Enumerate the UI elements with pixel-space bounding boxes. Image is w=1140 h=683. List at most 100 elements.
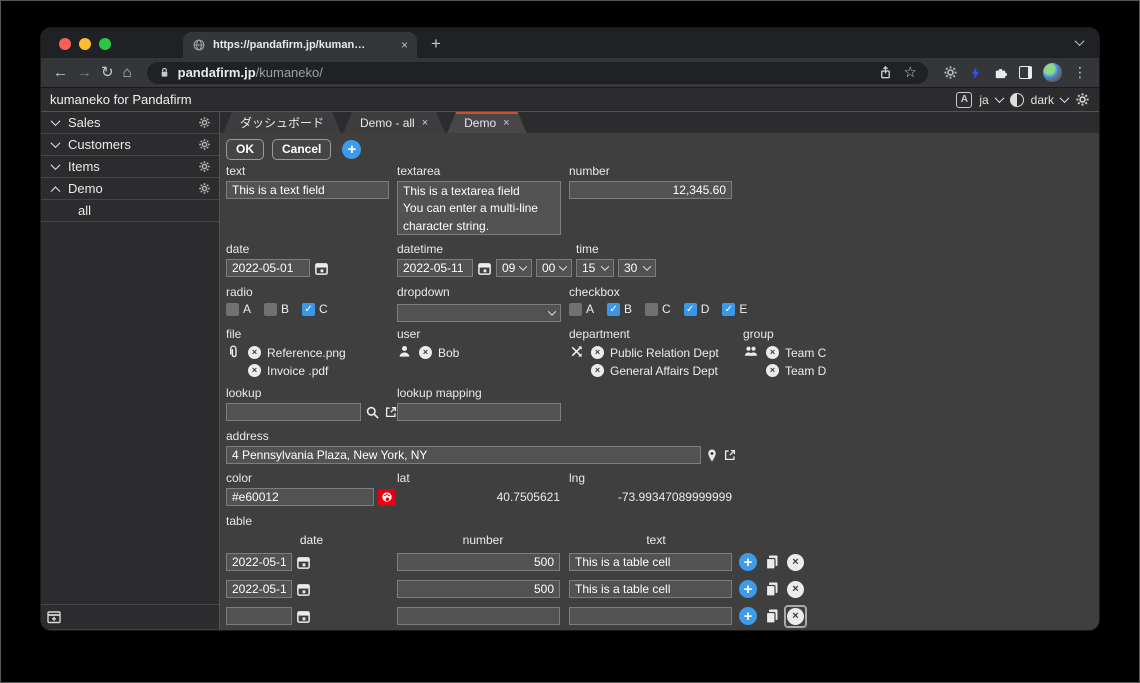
radio-option-b[interactable]: B (264, 302, 289, 316)
time-hour-select[interactable]: 15 (576, 259, 614, 277)
row-date-input[interactable] (226, 607, 292, 625)
dropdown-select[interactable] (397, 304, 561, 322)
checkbox-option-e[interactable]: ✓E (722, 302, 747, 316)
theme-value[interactable]: dark (1031, 93, 1054, 107)
cancel-button[interactable]: Cancel (272, 139, 331, 160)
sidebar-item-customers[interactable]: Customers (41, 134, 219, 156)
translate-icon[interactable]: A (956, 92, 972, 108)
sidebar-item-demo-all[interactable]: all (41, 200, 219, 222)
lookup-mapping-input[interactable] (397, 403, 561, 421)
remove-icon[interactable]: × (766, 346, 779, 359)
calendar-icon[interactable] (314, 261, 329, 276)
remove-icon[interactable]: × (591, 346, 604, 359)
row-number-input[interactable] (397, 553, 560, 571)
sidebar-item-items[interactable]: Items (41, 156, 219, 178)
row-number-input[interactable] (397, 607, 560, 625)
row-date-input[interactable] (226, 580, 292, 598)
external-link-icon[interactable] (723, 448, 737, 462)
row-date-input[interactable] (226, 553, 292, 571)
color-picker-button[interactable] (378, 489, 395, 506)
group-icon[interactable] (743, 344, 759, 359)
delete-row-icon[interactable]: × (787, 608, 804, 625)
close-icon[interactable]: × (503, 117, 509, 129)
sidebar-item-demo[interactable]: Demo (41, 178, 219, 200)
remove-icon[interactable]: × (248, 364, 261, 377)
radio-option-a[interactable]: A (226, 302, 251, 316)
checkbox-option-c[interactable]: C (645, 302, 671, 316)
calendar-icon[interactable] (477, 261, 492, 276)
close-icon[interactable]: × (422, 117, 428, 129)
side-panel-icon[interactable] (1019, 66, 1032, 79)
department-icon[interactable] (569, 344, 584, 359)
add-row-button[interactable]: + (739, 607, 757, 625)
new-tab-button[interactable]: + (431, 34, 441, 54)
address-input[interactable] (226, 446, 701, 464)
external-link-icon[interactable] (384, 405, 398, 419)
person-icon[interactable] (397, 344, 412, 359)
extension-gear-icon[interactable] (943, 65, 958, 80)
row-number-input[interactable] (397, 580, 560, 598)
browser-menu-icon[interactable]: ⋮ (1073, 64, 1087, 81)
tab-close-icon[interactable]: × (401, 38, 408, 52)
forward-icon[interactable]: → (77, 65, 92, 80)
browser-tab[interactable]: https://pandafirm.jp/kumaneko × (183, 32, 417, 58)
datetime-date-input[interactable] (397, 259, 473, 277)
row-text-input[interactable] (569, 553, 732, 571)
chevron-down-icon[interactable] (51, 160, 61, 170)
row-text-input[interactable] (569, 580, 732, 598)
back-icon[interactable]: ← (53, 65, 68, 80)
close-window-button[interactable] (59, 38, 71, 50)
tab-demo[interactable]: Demo × (447, 112, 526, 133)
bolt-extension-icon[interactable] (969, 66, 982, 80)
checkbox-option-b[interactable]: ✓B (607, 302, 632, 316)
language-value[interactable]: ja (979, 93, 988, 107)
checkbox-option-d[interactable]: ✓D (684, 302, 710, 316)
extensions-puzzle-icon[interactable] (993, 65, 1008, 80)
gear-icon[interactable] (198, 138, 211, 151)
datetime-minute-select[interactable]: 00 (536, 259, 572, 277)
duplicate-row-icon[interactable] (764, 554, 780, 570)
time-minute-select[interactable]: 30 (618, 259, 656, 277)
home-icon[interactable]: ⌂ (123, 65, 132, 80)
gear-icon[interactable] (198, 116, 211, 129)
tab-list-chevron-icon[interactable] (1075, 36, 1085, 46)
textarea-input[interactable]: This is a textarea field You can enter a… (397, 181, 561, 235)
datetime-hour-select[interactable]: 09 (496, 259, 532, 277)
add-row-button[interactable]: + (739, 553, 757, 571)
theme-chevron-icon[interactable] (1060, 93, 1070, 103)
share-icon[interactable] (878, 65, 893, 80)
add-record-button[interactable]: + (342, 140, 361, 159)
chevron-down-icon[interactable] (51, 138, 61, 148)
calendar-icon[interactable] (296, 555, 311, 570)
calendar-icon[interactable] (296, 609, 311, 624)
add-app-icon[interactable] (46, 609, 62, 625)
calendar-icon[interactable] (296, 582, 311, 597)
language-chevron-icon[interactable] (994, 93, 1004, 103)
ok-button[interactable]: OK (226, 139, 264, 160)
color-input[interactable] (226, 488, 374, 506)
delete-row-icon[interactable]: × (787, 581, 804, 598)
sidebar-item-sales[interactable]: Sales (41, 112, 219, 134)
bookmark-star-icon[interactable]: ☆ (904, 65, 917, 80)
search-icon[interactable] (365, 405, 380, 420)
chevron-up-icon[interactable] (51, 186, 61, 196)
remove-icon[interactable]: × (591, 364, 604, 377)
map-pin-icon[interactable] (705, 448, 719, 463)
paperclip-icon[interactable] (226, 344, 241, 360)
add-row-button[interactable]: + (739, 580, 757, 598)
lookup-input[interactable] (226, 403, 361, 421)
chevron-down-icon[interactable] (51, 116, 61, 126)
row-text-input[interactable] (569, 607, 732, 625)
address-bar[interactable]: pandafirm.jp/kumaneko/ ☆ (147, 62, 928, 84)
duplicate-row-icon[interactable] (764, 581, 780, 597)
duplicate-row-icon[interactable] (764, 608, 780, 624)
zoom-window-button[interactable] (99, 38, 111, 50)
radio-option-c[interactable]: ✓C (302, 302, 328, 316)
tab-dashboard[interactable]: ダッシュボード (223, 112, 341, 133)
delete-row-icon[interactable]: × (787, 554, 804, 571)
gear-icon[interactable] (198, 182, 211, 195)
remove-icon[interactable]: × (248, 346, 261, 359)
reload-icon[interactable]: ↻ (101, 65, 114, 80)
remove-icon[interactable]: × (419, 346, 432, 359)
tab-demo-all[interactable]: Demo - all × (343, 112, 445, 133)
